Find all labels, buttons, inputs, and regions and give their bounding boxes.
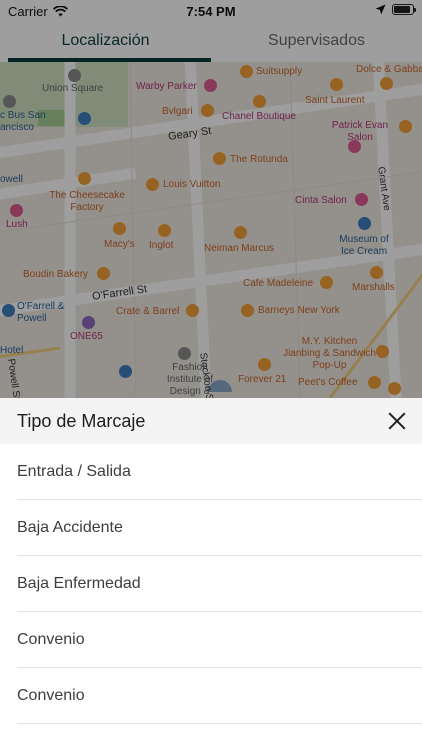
option-baja-accidente[interactable]: Baja Accidente <box>0 500 422 556</box>
location-arrow-icon <box>375 4 386 15</box>
option-entrada-salida[interactable]: Entrada / Salida <box>0 444 422 500</box>
tab-supervisados[interactable]: Supervisados <box>211 22 422 62</box>
option-convenio[interactable]: Convenio <box>0 612 422 668</box>
battery-fill <box>394 6 410 13</box>
segment-tabs: Localización Supervisados <box>0 22 422 62</box>
option-convenio[interactable]: Convenio <box>0 668 422 724</box>
marcaje-type-sheet: Tipo de Marcaje Entrada / Salida Baja Ac… <box>0 398 422 750</box>
tab-localizacion[interactable]: Localización <box>0 22 211 62</box>
status-right <box>375 4 416 15</box>
close-icon[interactable] <box>386 410 408 432</box>
active-tab-indicator <box>8 58 211 62</box>
map-view[interactable]: Geary St O'Farrell St Stockton St Grant … <box>0 62 422 398</box>
status-time: 7:54 PM <box>186 4 236 19</box>
battery-icon <box>392 4 416 15</box>
sheet-title: Tipo de Marcaje <box>17 411 146 431</box>
sheet-header: Tipo de Marcaje <box>0 398 422 444</box>
status-bar: Carrier 7:54 PM <box>0 0 422 22</box>
map-dim-overlay[interactable] <box>0 62 422 398</box>
option-baja-enfermedad[interactable]: Baja Enfermedad <box>0 556 422 612</box>
